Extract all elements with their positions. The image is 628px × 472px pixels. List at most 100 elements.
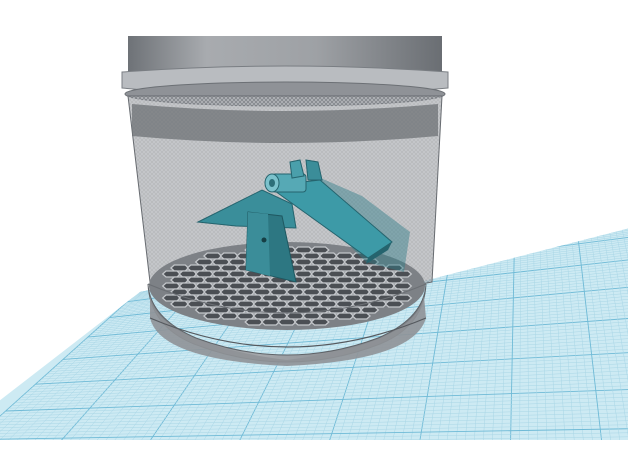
honeycomb-cell: [301, 312, 322, 320]
honeycomb-cell: [211, 270, 231, 278]
honeycomb-cell: [161, 294, 182, 302]
honeycomb-cell: [219, 276, 240, 284]
honeycomb-cell: [285, 288, 306, 296]
honeycomb-cell: [285, 312, 306, 320]
honeycomb-cell: [268, 288, 289, 296]
honeycomb-cell: [326, 282, 347, 290]
honeycomb-cell: [293, 246, 314, 254]
part-gusset-face: [246, 212, 270, 276]
honeycomb-cell: [244, 294, 264, 302]
honeycomb-cell: [277, 318, 297, 326]
grid-line: [0, 449, 628, 455]
honeycomb-cell: [260, 294, 281, 302]
grid-line: [0, 466, 628, 467]
honeycomb-cell: [260, 282, 281, 290]
honeycomb-cell: [351, 276, 372, 284]
honeycomb-cell: [293, 294, 314, 302]
honeycomb-cell: [161, 270, 182, 278]
honeycomb-cell: [252, 300, 273, 308]
honeycomb-cell: [252, 276, 273, 284]
honeycomb-cell: [343, 270, 363, 278]
honeycomb-cell: [334, 252, 355, 260]
honeycomb-cell: [334, 264, 355, 272]
honeycomb-cell: [169, 276, 190, 284]
honeycomb-cell: [326, 258, 347, 266]
honeycomb-cell: [219, 312, 240, 320]
honeycomb-cell: [301, 288, 322, 296]
honeycomb-cell: [351, 312, 372, 320]
honeycomb-cell: [161, 282, 182, 290]
honeycomb-cell: [334, 300, 355, 308]
honeycomb-cell: [359, 270, 380, 278]
honeycomb-cell: [392, 270, 413, 278]
grid-line: [0, 444, 628, 451]
honeycomb-cell: [376, 282, 396, 290]
honeycomb-cell: [244, 282, 264, 290]
honeycomb-cell: [310, 282, 330, 290]
honeycomb-cell: [202, 264, 223, 272]
honeycomb-cell: [202, 252, 223, 260]
honeycomb-cell: [351, 288, 372, 296]
honeycomb-cell: [219, 300, 240, 308]
honeycomb-cell: [219, 264, 240, 272]
honeycomb-cell: [235, 312, 256, 320]
honeycomb-cell: [318, 264, 339, 272]
honeycomb-cell: [310, 294, 330, 302]
honeycomb-cell: [211, 294, 231, 302]
honeycomb-cell: [211, 258, 231, 266]
honeycomb-cell: [351, 264, 372, 272]
honeycomb-cell: [186, 264, 207, 272]
honeycomb-cell: [310, 246, 330, 254]
honeycomb-cell: [194, 258, 215, 266]
honeycomb-cell: [169, 264, 190, 272]
grid-line: [0, 439, 628, 440]
honeycomb-cell: [202, 276, 223, 284]
honeycomb-cell: [235, 276, 256, 284]
honeycomb-cell: [359, 282, 380, 290]
honeycomb-cell: [277, 282, 297, 290]
honeycomb-cell: [194, 270, 215, 278]
honeycomb-cell: [194, 294, 215, 302]
honeycomb-cell: [343, 294, 363, 302]
honeycomb-cell: [227, 282, 248, 290]
honeycomb-cell: [202, 312, 223, 320]
honeycomb-cell: [285, 300, 306, 308]
honeycomb-cell: [219, 288, 240, 296]
honeycomb-cell: [268, 300, 289, 308]
honeycomb-cell: [359, 294, 380, 302]
honeycomb-cell: [277, 306, 297, 314]
honeycomb-cell: [318, 312, 339, 320]
honeycomb-cell: [318, 252, 339, 260]
honeycomb-cell: [293, 282, 314, 290]
honeycomb-cell: [343, 282, 363, 290]
honeycomb-cell: [384, 300, 405, 308]
honeycomb-cell: [392, 294, 413, 302]
honeycomb-cell: [318, 288, 339, 296]
honeycomb-cell: [178, 270, 198, 278]
honeycomb-cell: [260, 318, 281, 326]
honeycomb-cell: [318, 276, 339, 284]
3d-viewport[interactable]: [0, 0, 628, 472]
honeycomb-cell: [219, 252, 240, 260]
honeycomb-cell: [194, 306, 215, 314]
honeycomb-cell: [301, 300, 322, 308]
honeycomb-cell: [169, 300, 190, 308]
honeycomb-cell: [359, 306, 380, 314]
honeycomb-cell: [326, 294, 347, 302]
honeycomb-cell: [310, 258, 330, 266]
grid-line: [0, 461, 628, 463]
honeycomb-cell: [310, 318, 330, 326]
honeycomb-cell: [235, 300, 256, 308]
honeycomb-cell: [235, 288, 256, 296]
honeycomb-cell: [392, 282, 413, 290]
honeycomb-cell: [252, 312, 273, 320]
honeycomb-cell: [293, 318, 314, 326]
honeycomb-cell: [376, 270, 396, 278]
honeycomb-cell: [301, 264, 322, 272]
honeycomb-cell: [343, 258, 363, 266]
honeycomb-cell: [178, 282, 198, 290]
honeycomb-cell: [334, 312, 355, 320]
honeycomb-cell: [202, 288, 223, 296]
honeycomb-cell: [244, 318, 264, 326]
honeycomb-cell: [293, 270, 314, 278]
